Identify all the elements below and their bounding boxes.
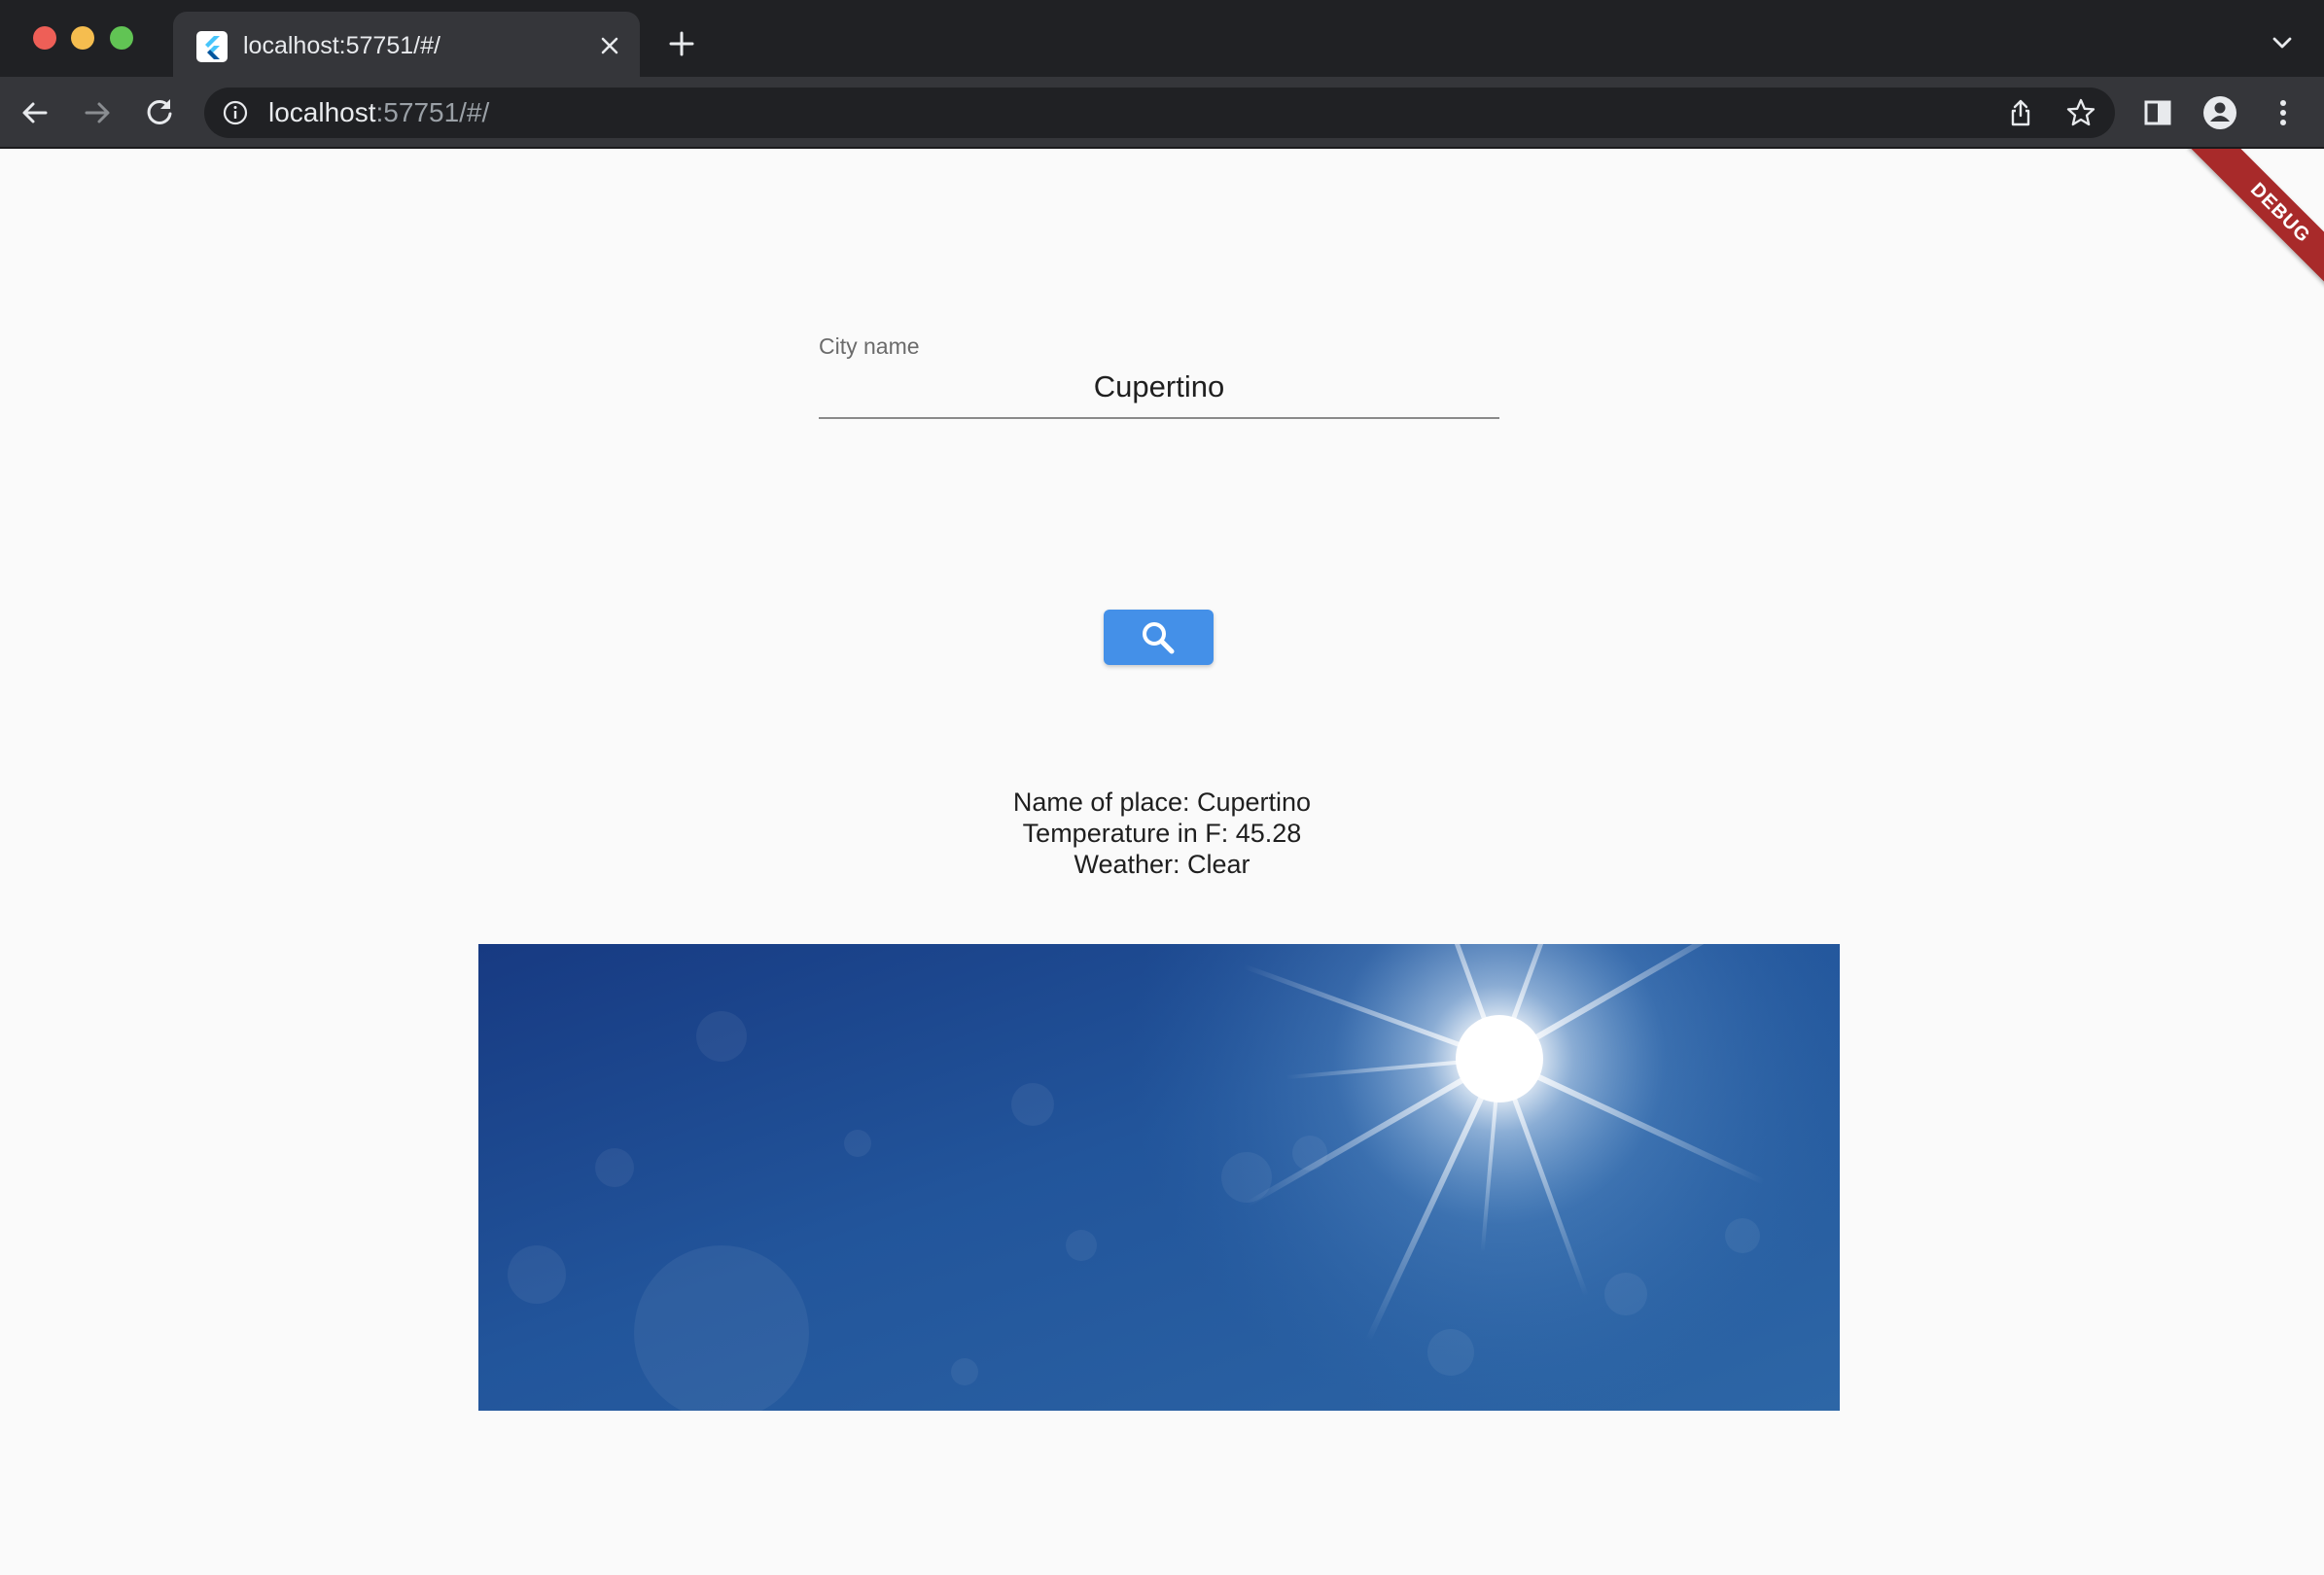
browser-tab-bar: localhost:57751/#/ [0,0,2324,77]
debug-banner: DEBUG [2188,149,2324,305]
weather-text: Weather: Clear [1074,850,1250,879]
reload-icon[interactable] [141,94,178,131]
share-icon[interactable] [2005,97,2036,128]
new-tab-plus-icon[interactable] [667,29,696,58]
address-bar[interactable]: localhost:57751/#/ [204,88,2115,138]
browser-toolbar: localhost:57751/#/ [0,77,2324,149]
forward-arrow-icon[interactable] [79,94,116,131]
star-icon[interactable] [2065,97,2096,128]
profile-icon[interactable] [2201,94,2238,131]
close-icon[interactable] [595,31,624,60]
city-name-field[interactable]: City name [819,333,1499,419]
temperature-text: Temperature in F: 45.28 [1022,819,1302,848]
search-button[interactable] [1104,610,1214,665]
tab-title: localhost:57751/#/ [243,32,440,59]
url-text: localhost:57751/#/ [268,96,489,129]
place-name-text: Name of place: Cupertino [1012,788,1312,817]
info-icon[interactable] [222,99,249,126]
side-panel-icon[interactable] [2139,94,2176,131]
app-page: DEBUG City name Name of place: Cupertino… [0,149,2324,1575]
browser-tab[interactable]: localhost:57751/#/ [173,12,640,77]
url-host: localhost [268,97,376,127]
flutter-favicon-icon [196,31,228,62]
city-name-label: City name [819,333,920,359]
weather-result: Name of place: Cupertino Temperature in … [0,787,2324,880]
search-icon [1143,622,1175,654]
clear-sky-sun-image [478,944,1840,1411]
close-window-button[interactable] [33,26,56,50]
minimize-window-button[interactable] [71,26,94,50]
url-path: :57751/#/ [375,97,490,127]
more-vert-icon[interactable] [2265,94,2302,131]
zoom-window-button[interactable] [110,26,133,50]
chevron-down-icon[interactable] [2268,33,2297,54]
city-name-input[interactable] [819,363,1499,411]
back-arrow-icon[interactable] [17,94,53,131]
